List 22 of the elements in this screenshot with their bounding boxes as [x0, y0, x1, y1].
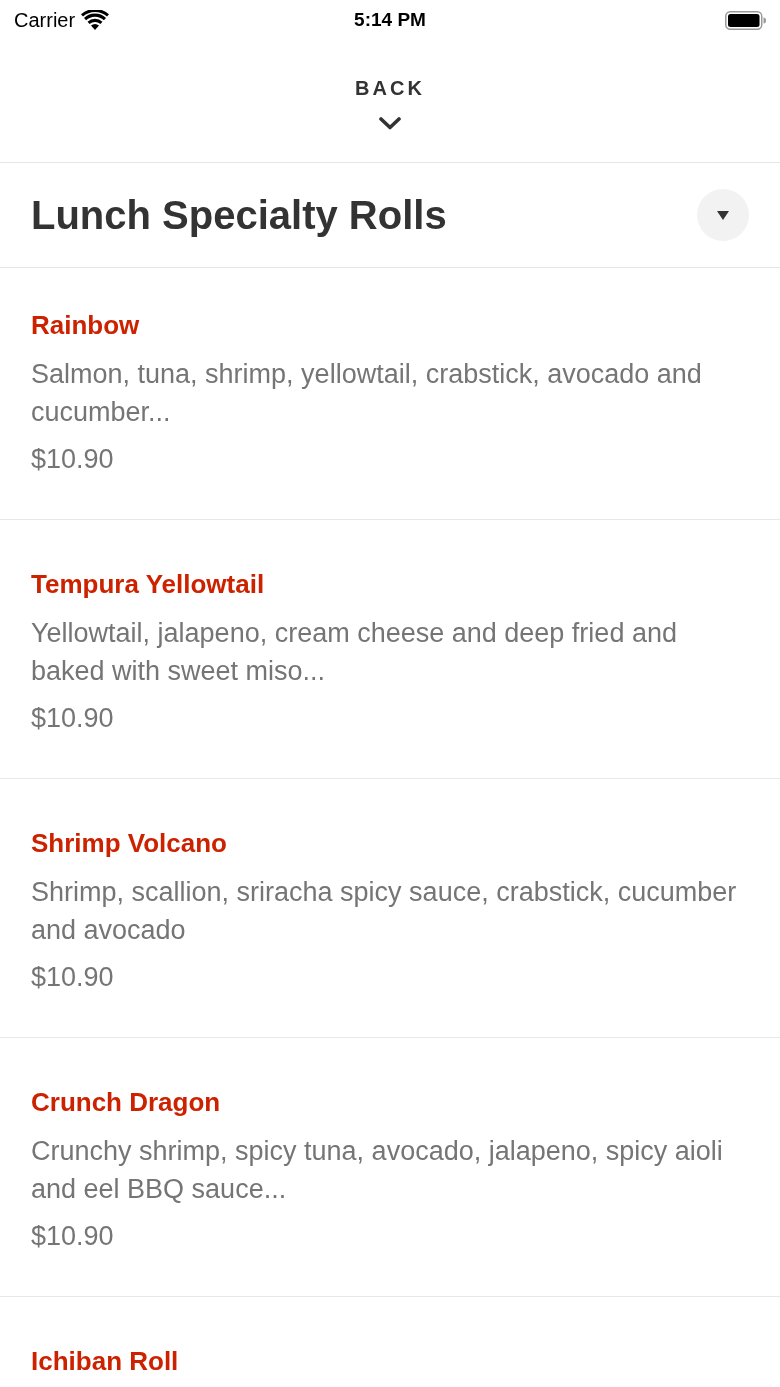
dish-name: Tempura Yellowtail	[31, 568, 266, 600]
dish-name: Rainbow	[31, 309, 141, 341]
dish-name: Ichiban Roll	[31, 1345, 180, 1377]
chevron-down-icon	[379, 117, 401, 130]
dish-name: Crunch Dragon	[31, 1086, 222, 1118]
back-button[interactable]: BACK	[347, 72, 433, 134]
dish-price: $10.90	[31, 1220, 115, 1253]
dish-description: Yellowtail, jalapeno, cream cheese and deep fried and baked with sweet miso...	[31, 617, 678, 688]
caret-down-icon	[717, 210, 729, 220]
status-time: 5:14 PM	[354, 8, 426, 32]
dish-name: Shrimp Volcano	[31, 827, 228, 859]
dish-description: Salmon, tuna, shrimp, yellowtail, crabstick, avocado and cucumber...	[31, 358, 703, 429]
dish-price: $10.90	[31, 702, 115, 735]
dish-price: $10.90	[31, 443, 115, 476]
section-title: Lunch Specialty Rolls	[31, 192, 447, 239]
dish-description: Crunchy shrimp, spicy tuna, avocado, jalapeno, spicy aioli and eel BBQ sauce...	[31, 1135, 724, 1206]
dish-description: Shrimp, scallion, sriracha spicy sauce, crabstick, cucumber and avocado	[31, 876, 738, 947]
battery-icon	[725, 10, 766, 30]
dish-price: $10.90	[31, 961, 115, 994]
wifi-icon	[81, 10, 110, 30]
carrier-name: Carrier	[14, 8, 76, 32]
dropdown-button[interactable]	[697, 189, 749, 241]
